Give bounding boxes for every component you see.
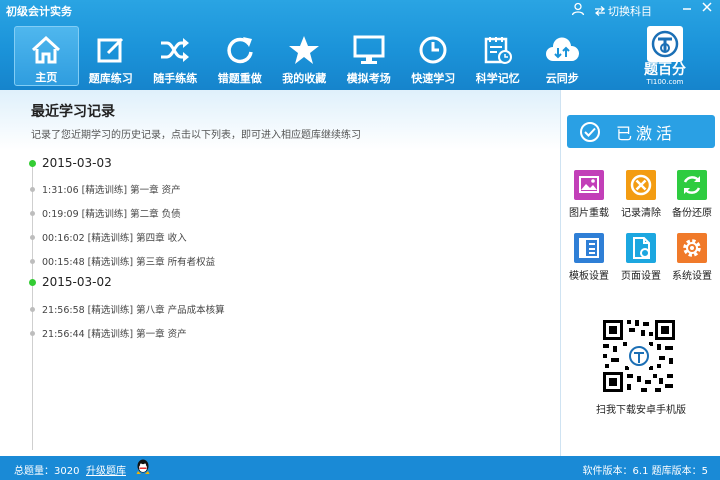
user-icon[interactable] [571, 2, 585, 16]
nav-label: 模拟考场 [346, 72, 391, 85]
date-dot-icon [29, 278, 36, 286]
qq-icon[interactable] [135, 459, 151, 476]
nav-item-favorites[interactable]: 我的收藏 [272, 26, 337, 86]
nav-item-mock-exam[interactable]: 模拟考场 [337, 26, 402, 86]
tool-label: 记录清除 [621, 208, 661, 219]
record-text: 1:31:06 [精选训练] 第一章 资产 [42, 185, 181, 196]
qr-label: 扫我下载安卓手机版 [596, 405, 686, 416]
history-record[interactable]: 21:56:58 [精选训练] 第八章 产品成本核算 [30, 302, 225, 316]
date-label: 2015-03-02 [42, 275, 112, 289]
history-record[interactable]: 0:19:09 [精选训练] 第二章 负债 [30, 206, 181, 220]
nav-item-quick-learn[interactable]: 快速学习 [401, 26, 466, 86]
app-title: 初级会计实务 [6, 5, 72, 18]
tool-label: 图片重载 [569, 208, 609, 219]
status-bar: 总题量：3020 升级题库 软件版本：6.1 题库版本：5 [0, 456, 720, 480]
backup-restore-icon [677, 170, 707, 200]
swap-icon [595, 6, 605, 16]
minimize-icon[interactable] [678, 1, 696, 19]
nav-item-science-memory[interactable]: 科学记忆 [466, 26, 531, 86]
history-record[interactable]: 1:31:06 [精选训练] 第一章 资产 [30, 182, 181, 196]
tool-label: 模板设置 [569, 271, 609, 282]
record-dot-icon [30, 330, 35, 336]
calendar-icon [481, 33, 515, 66]
record-text: 0:19:09 [精选训练] 第二章 负债 [42, 209, 181, 220]
clear-icon [626, 170, 656, 200]
main-nav: 主页 题库练习 随手练练 错题重做 我的收藏 模拟考场 快速学习 科学记忆 云同… [14, 26, 595, 88]
nav-item-wrong-redo[interactable]: 错题重做 [208, 26, 273, 86]
record-text: 21:56:58 [精选训练] 第八章 产品成本核算 [42, 305, 225, 316]
title-bar: 初级会计实务 切换科目 [0, 0, 720, 20]
star-icon [287, 33, 321, 66]
nav-item-question-bank[interactable]: 题库练习 [79, 26, 144, 86]
qr-code-icon [601, 318, 677, 394]
nav-label: 我的收藏 [282, 72, 327, 85]
page-settings-icon [626, 233, 656, 263]
clock-icon [416, 33, 450, 66]
logo-name: 题百分 [644, 62, 686, 78]
nav-label: 错题重做 [217, 72, 262, 85]
record-text: 00:15:48 [精选训练] 第三章 所有者权益 [42, 257, 216, 268]
page-title: 最近学习记录 [31, 104, 115, 120]
main-content: 最近学习记录 记录了您近期学习的历史记录，点击以下列表，即可进入相应题库继续练习… [0, 90, 560, 456]
monitor-icon [352, 33, 386, 66]
nav-item-random-practice[interactable]: 随手练练 [143, 26, 208, 86]
nav-label: 科学记忆 [475, 72, 520, 85]
record-dot-icon [30, 306, 35, 312]
refresh-icon [223, 33, 257, 66]
switch-subject-button[interactable]: 切换科目 [594, 3, 652, 19]
date-dot-icon [29, 159, 36, 167]
check-icon [580, 121, 600, 142]
upgrade-bank-link[interactable]: 升级题库 [86, 462, 126, 477]
nav-label: 云同步 [545, 72, 579, 85]
clear-records-button[interactable]: 记录清除 [615, 170, 667, 219]
history-record[interactable]: 00:15:48 [精选训练] 第三章 所有者权益 [30, 254, 215, 268]
page-subtitle: 记录了您近期学习的历史记录，点击以下列表，即可进入相应题库继续练习 [31, 130, 361, 141]
switch-subject-label: 切换科目 [608, 5, 652, 18]
nav-label: 主页 [35, 71, 58, 84]
timeline-date: 2015-03-03 [29, 156, 112, 170]
record-dot-icon [30, 210, 35, 216]
logo-sub: TI100.com [646, 78, 684, 86]
tool-label: 备份还原 [672, 208, 712, 219]
record-dot-icon [30, 234, 35, 240]
record-dot-icon [30, 258, 35, 264]
logo-icon [647, 26, 683, 62]
tool-label: 系统设置 [672, 271, 712, 282]
nav-label: 随手练练 [153, 72, 198, 85]
record-text: 00:16:02 [精选训练] 第四章 收入 [42, 233, 187, 244]
activated-label: 已激活 [616, 123, 677, 143]
side-panel: 已激活 图片重载 记录清除 备份还原 模板设置 页面设置 系统设置 扫我下载安卓… [560, 90, 720, 456]
system-settings-button[interactable]: 系统设置 [666, 233, 718, 282]
cloud-sync-icon [545, 33, 580, 66]
date-label: 2015-03-03 [42, 156, 112, 170]
shuffle-icon [158, 33, 192, 66]
edit-icon [94, 33, 128, 66]
backup-restore-button[interactable]: 备份还原 [666, 170, 718, 219]
page-settings-button[interactable]: 页面设置 [615, 233, 667, 282]
nav-item-home[interactable]: 主页 [14, 26, 79, 86]
close-icon[interactable] [698, 1, 716, 19]
record-dot-icon [30, 186, 35, 192]
image-reload-button[interactable]: 图片重载 [563, 170, 615, 219]
record-text: 21:56:44 [精选训练] 第一章 资产 [42, 329, 187, 340]
history-record[interactable]: 21:56:44 [精选训练] 第一章 资产 [30, 326, 187, 340]
nav-label: 快速学习 [411, 72, 456, 85]
brand-logo: 题百分 TI100.com [635, 26, 695, 88]
timeline-date: 2015-03-02 [29, 275, 112, 289]
history-record[interactable]: 00:16:02 [精选训练] 第四章 收入 [30, 230, 187, 244]
image-icon [574, 170, 604, 200]
version-info: 软件版本：6.1 题库版本：5 [582, 466, 708, 477]
template-icon [574, 233, 604, 263]
tool-label: 页面设置 [621, 271, 661, 282]
nav-label: 题库练习 [88, 72, 133, 85]
nav-item-cloud-sync[interactable]: 云同步 [530, 26, 595, 86]
total-questions: 总题量：3020 [14, 466, 80, 477]
template-settings-button[interactable]: 模板设置 [563, 233, 615, 282]
gear-icon [677, 233, 707, 263]
activated-button[interactable]: 已激活 [567, 115, 715, 148]
home-icon [29, 34, 63, 65]
